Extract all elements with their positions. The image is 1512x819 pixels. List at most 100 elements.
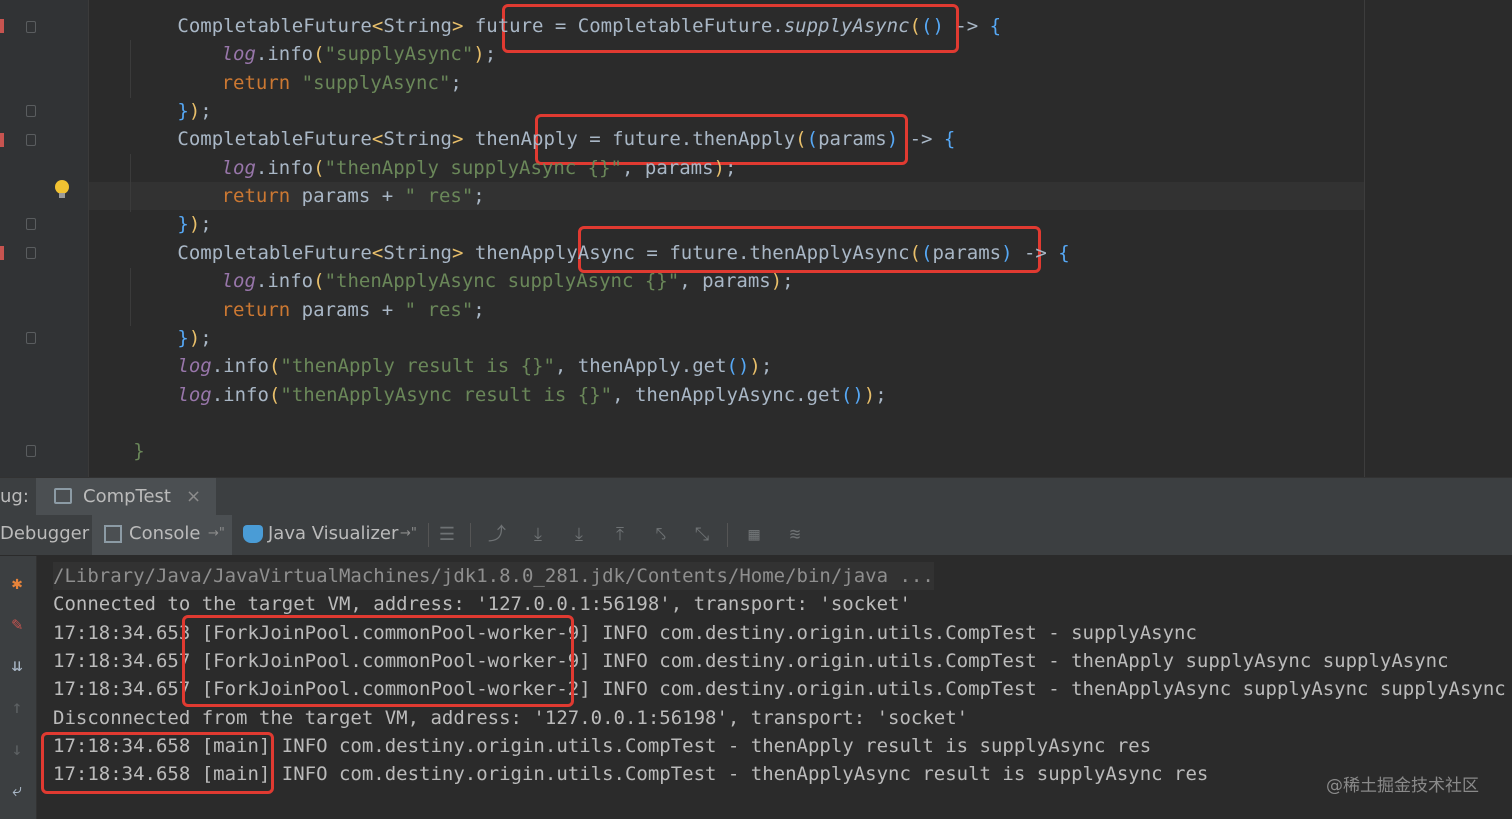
code-token: } — [133, 440, 145, 463]
code-token: ; — [782, 270, 794, 293]
code-token: ) — [770, 270, 783, 293]
code-token: return — [221, 71, 302, 94]
code-line: } — [133, 437, 144, 465]
code-token: } — [177, 213, 189, 236]
fold-toggle-icon[interactable] — [26, 134, 36, 146]
code-token: "thenApply supplyAsync {}" — [324, 156, 622, 179]
code-token: "supplyAsync" — [301, 71, 451, 94]
code-token: .info — [211, 383, 269, 406]
code-token: params — [932, 241, 1002, 264]
code-token: "thenApplyAsync result is {}" — [280, 383, 613, 406]
code-line: log.info("thenApplyAsync supplyAsync {}"… — [222, 267, 794, 295]
evaluate-expression-icon[interactable]: ▦ — [741, 521, 767, 549]
override-marker-icon[interactable] — [0, 19, 4, 33]
tab-java-visualizer[interactable]: Java Visualizer →" — [240, 515, 425, 555]
fold-toggle-icon[interactable] — [26, 218, 36, 230]
toolbar-separator — [428, 523, 429, 547]
up-arrow-icon[interactable]: ↑ — [2, 694, 32, 722]
code-token: thenApplyAsync = — [463, 241, 670, 264]
sort-down-icon[interactable]: ⇊ — [2, 652, 32, 680]
soft-wrap-icon[interactable]: ⤶ — [2, 777, 32, 805]
menu-icon[interactable]: ☰ — [434, 521, 460, 549]
step-over-icon[interactable]: ⤓ — [525, 521, 551, 549]
code-token: ; — [760, 355, 773, 378]
indent-guide — [130, 268, 131, 326]
show-execution-point-icon[interactable]: ⤴ — [484, 521, 510, 549]
step-into-icon[interactable]: ⤓ — [566, 521, 592, 549]
indent-guide — [130, 40, 131, 98]
tab-debugger[interactable]: Debugger — [0, 515, 89, 553]
pin-icon[interactable]: →" — [400, 515, 417, 553]
code-line: CompletableFuture<String> future = Compl… — [177, 12, 1001, 40]
fold-toggle-icon[interactable] — [26, 105, 36, 117]
tab-comptest[interactable]: CompTest × — [36, 478, 216, 516]
code-token: ; — [473, 185, 485, 208]
drop-frame-icon[interactable]: ⤣ — [648, 521, 674, 549]
code-token: ) — [188, 213, 201, 236]
toolbar-separator — [470, 523, 471, 547]
override-marker-icon[interactable] — [0, 246, 4, 260]
code-token: -> — [943, 15, 990, 37]
code-line: return params + " res"; — [222, 182, 485, 210]
code-token: < — [371, 15, 384, 37]
code-token: , thenApply.get — [554, 355, 727, 378]
code-token: ( — [313, 156, 325, 179]
code-line: return params + " res"; — [222, 296, 485, 324]
close-icon[interactable]: × — [186, 478, 201, 516]
code-line: CompletableFuture<String> thenApplyAsync… — [177, 239, 1069, 267]
run-config-icon — [54, 488, 72, 504]
code-token: "thenApply result is {}" — [280, 355, 555, 378]
fold-toggle-icon[interactable] — [26, 247, 36, 259]
code-token: String — [383, 128, 452, 151]
code-token: CompletableFuture — [177, 128, 372, 151]
fold-toggle-icon[interactable] — [26, 332, 36, 344]
debug-bug-icon[interactable]: ✱ — [2, 570, 32, 598]
code-token: ( — [806, 128, 819, 151]
code-token: future.thenApplyAsync — [669, 241, 910, 264]
tab-console[interactable]: Console →" — [92, 515, 232, 555]
console-icon — [104, 525, 122, 543]
code-line: }); — [177, 324, 211, 352]
code-token: ( — [313, 43, 325, 66]
code-token: log — [221, 270, 256, 293]
code-token: ( — [920, 241, 933, 264]
code-token: " res" — [404, 185, 474, 208]
code-line: log.info("thenApply result is {}", thenA… — [177, 352, 772, 380]
tab-console-label: Console — [129, 523, 201, 544]
code-token: future.thenApply — [612, 128, 796, 151]
code-token: "supplyAsync" — [324, 43, 474, 66]
highlight-forkjoin-threads — [182, 615, 574, 707]
fold-toggle-icon[interactable] — [26, 445, 36, 457]
code-token: params — [818, 128, 887, 151]
code-token: , params — [679, 270, 771, 293]
code-token: .info — [255, 270, 314, 293]
code-token: ) — [713, 156, 725, 179]
code-token: ) — [749, 355, 761, 378]
code-token: log — [221, 156, 256, 179]
override-marker-icon[interactable] — [0, 133, 4, 147]
code-token: > — [451, 15, 464, 37]
code-token: return — [221, 185, 302, 208]
down-arrow-icon[interactable]: ↓ — [2, 736, 32, 764]
code-token: CompletableFuture. — [577, 15, 784, 37]
code-token: ) — [473, 43, 485, 66]
code-token: , params — [622, 156, 714, 179]
run-to-cursor-icon[interactable]: ⤡ — [689, 521, 715, 549]
pencil-icon[interactable]: ✎ — [2, 611, 32, 639]
indent-guide — [88, 0, 89, 430]
fold-toggle-icon[interactable] — [26, 21, 36, 33]
code-token: < — [371, 241, 384, 264]
step-out-icon[interactable]: ⤒ — [607, 521, 633, 549]
pin-icon[interactable]: →" — [208, 515, 225, 553]
code-token: ( — [909, 15, 921, 37]
code-token: -> — [1012, 241, 1059, 264]
code-line: }); — [177, 210, 211, 238]
trace-stream-icon[interactable]: ≋ — [782, 521, 808, 549]
code-token: ( — [909, 241, 921, 264]
code-token: ) — [737, 355, 750, 378]
code-editor[interactable]: CompletableFuture<String> future = Compl… — [0, 0, 1512, 477]
debug-label: ug: — [0, 486, 29, 507]
lightbulb-icon[interactable] — [55, 180, 69, 198]
code-token: " res" — [404, 298, 474, 321]
code-token: log — [177, 383, 212, 406]
